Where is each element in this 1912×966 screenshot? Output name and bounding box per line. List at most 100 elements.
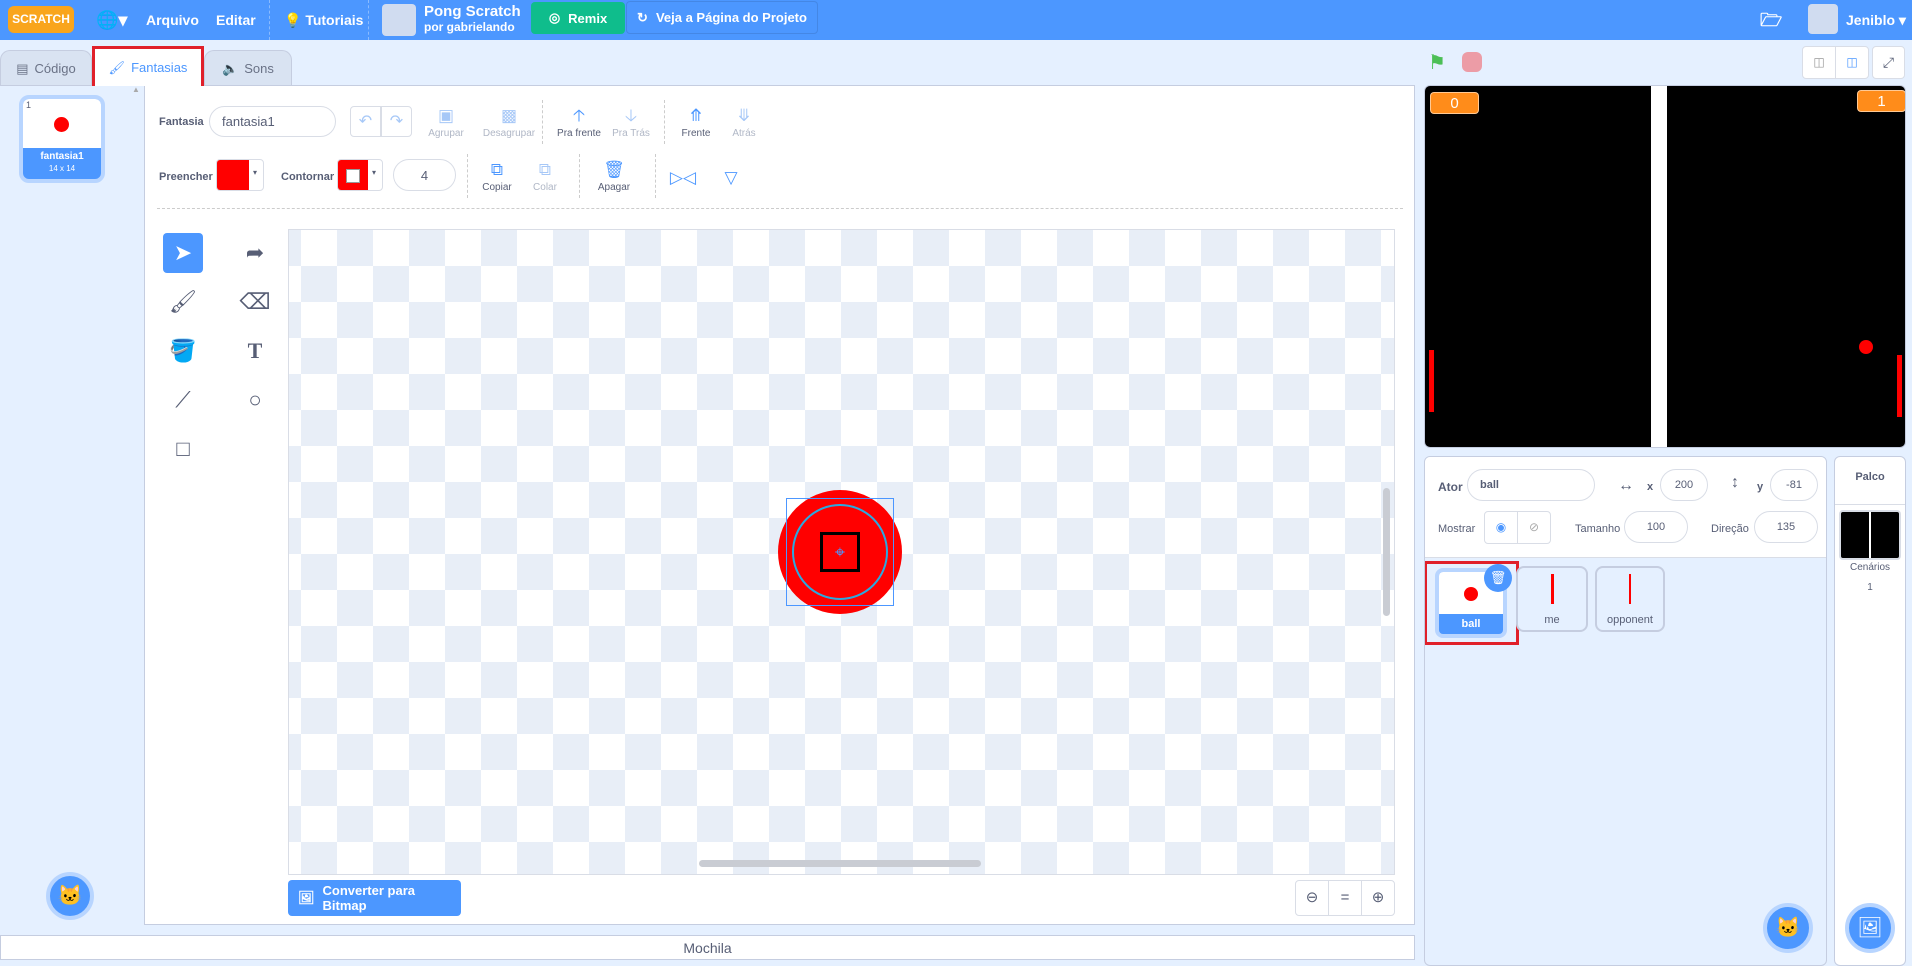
ball bbox=[1859, 340, 1873, 354]
edit-menu[interactable]: Editar bbox=[216, 0, 256, 40]
paste-icon: ⧉ bbox=[538, 160, 552, 179]
tab-sounds[interactable]: 🔈 Sons bbox=[204, 50, 292, 86]
choose-sprite-button[interactable]: 🐱 bbox=[1763, 903, 1813, 953]
divider bbox=[664, 100, 665, 144]
project-title[interactable]: Pong Scratch bbox=[424, 3, 521, 20]
eraser-tool[interactable]: ⌫ bbox=[235, 282, 275, 322]
direction-label: Direção bbox=[1711, 523, 1749, 535]
rotation-center-icon[interactable]: ⌖ bbox=[820, 532, 860, 572]
tab-costumes[interactable]: 🖌 Fantasias bbox=[92, 46, 204, 86]
fill-label: Preencher bbox=[159, 171, 213, 183]
select-tool[interactable]: ➤ bbox=[163, 233, 203, 273]
chevron-down-icon: ▾ bbox=[253, 168, 258, 177]
outline-label: Contornar bbox=[281, 171, 335, 183]
arrow-up-icon: 🡡 bbox=[572, 106, 586, 125]
zoom-out-button[interactable]: ⊖ bbox=[1296, 881, 1328, 915]
speaker-icon: 🔈 bbox=[222, 60, 239, 76]
normal-stage-button[interactable]: ◫ bbox=[1836, 47, 1868, 78]
fill-tool[interactable]: 🪣 bbox=[163, 331, 203, 371]
zoom-in-button[interactable]: ⊕ bbox=[1362, 881, 1394, 915]
line-tool[interactable]: ⟋ bbox=[163, 380, 203, 420]
text-tool[interactable]: T bbox=[235, 331, 275, 371]
choose-costume-button[interactable]: 🐱 bbox=[46, 872, 94, 920]
fullscreen-button[interactable]: ⤢ bbox=[1872, 46, 1905, 79]
scratch-logo[interactable]: SCRATCH bbox=[8, 6, 74, 33]
divider bbox=[579, 154, 580, 198]
refresh-icon: ↻ bbox=[637, 9, 648, 25]
delete-sprite-button[interactable]: 🗑 bbox=[1484, 564, 1512, 592]
costume-ball-preview bbox=[54, 117, 69, 132]
show-toggle: ◉ ⊘ bbox=[1484, 511, 1551, 544]
account-menu[interactable]: Jeniblo ▾ bbox=[1846, 0, 1906, 40]
delete-button[interactable]: 🗑 Apagar bbox=[584, 158, 644, 193]
costume-name-label: Fantasia bbox=[159, 116, 204, 128]
flip-vertical-icon: ▽ bbox=[724, 168, 738, 187]
fill-color-picker[interactable]: ▾ bbox=[216, 159, 264, 191]
tutorials-button[interactable]: 💡 Tutoriais bbox=[284, 0, 363, 40]
costume-item[interactable]: 1 fantasia1 14 x 14 bbox=[19, 95, 105, 183]
sprite-name-input[interactable]: ball bbox=[1467, 469, 1595, 501]
outline-width-input[interactable]: 4 bbox=[393, 159, 456, 191]
ungroup-button[interactable]: ▩ Desagrupar bbox=[479, 104, 539, 139]
sprite-name-label: Ator bbox=[1438, 480, 1463, 494]
ungroup-icon: ▩ bbox=[500, 106, 518, 125]
circle-tool[interactable]: ○ bbox=[235, 380, 275, 420]
costume-list: 1 fantasia1 14 x 14 🐱 bbox=[0, 85, 144, 925]
avatar[interactable] bbox=[1808, 4, 1838, 34]
lightbulb-icon: 💡 bbox=[284, 12, 302, 28]
divider bbox=[368, 0, 369, 40]
backpack[interactable]: Mochila bbox=[0, 935, 1415, 960]
back-button[interactable]: ⤋ Atrás bbox=[714, 104, 774, 139]
language-menu[interactable]: 🌐▾ bbox=[96, 0, 127, 40]
y-input[interactable]: -81 bbox=[1770, 469, 1818, 501]
size-input[interactable]: 100 bbox=[1624, 511, 1688, 543]
costume-thumbnail: 1 bbox=[23, 99, 101, 148]
small-stage-button[interactable]: ◫ bbox=[1803, 47, 1836, 78]
flip-vertical-button[interactable]: ▽ bbox=[701, 166, 761, 190]
fill-swatch bbox=[217, 160, 249, 190]
center-line bbox=[1651, 86, 1667, 447]
reshape-tool[interactable]: ➦ bbox=[235, 233, 275, 273]
show-visible-button[interactable]: ◉ bbox=[1485, 512, 1518, 543]
convert-to-bitmap-button[interactable]: 🖼 Converter para Bitmap bbox=[288, 880, 461, 916]
sprite-me[interactable]: me bbox=[1516, 566, 1588, 632]
choose-backdrop-button[interactable]: 🖼 bbox=[1845, 903, 1895, 953]
green-flag-icon[interactable]: ⚑ bbox=[1428, 50, 1446, 75]
zoom-reset-button[interactable]: = bbox=[1328, 881, 1362, 915]
paste-button[interactable]: ⧉ Colar bbox=[515, 158, 575, 193]
backdrop-thumbnail bbox=[1839, 510, 1901, 560]
show-hidden-button[interactable]: ⊘ bbox=[1518, 512, 1550, 543]
paddle-opponent bbox=[1897, 355, 1902, 417]
see-project-page-button[interactable]: ↻ Veja a Página do Projeto bbox=[626, 1, 818, 34]
stage[interactable]: 0 1 bbox=[1424, 85, 1906, 448]
folder-icon[interactable]: 🗁 bbox=[1760, 0, 1782, 40]
back-icon: ⤋ bbox=[736, 106, 752, 125]
undo-button[interactable]: ↶ bbox=[350, 106, 381, 137]
tab-code[interactable]: ▤ Código bbox=[0, 50, 92, 86]
sprite-opponent[interactable]: opponent bbox=[1595, 566, 1665, 632]
vertical-scrollbar[interactable] bbox=[1383, 488, 1390, 616]
stage-selector[interactable]: Palco Cenários 1 🖼 bbox=[1834, 456, 1906, 966]
rectangle-tool[interactable]: □ bbox=[163, 429, 203, 469]
outline-color-picker[interactable]: ▾ bbox=[337, 159, 383, 191]
remix-button[interactable]: ◎ Remix bbox=[531, 2, 625, 34]
costume-name-input[interactable]: fantasia1 bbox=[209, 106, 336, 137]
brush-icon: 🖌 bbox=[108, 59, 126, 75]
brush-tool[interactable]: 🖌 bbox=[163, 282, 203, 322]
file-menu[interactable]: Arquivo bbox=[146, 0, 199, 40]
x-input[interactable]: 200 bbox=[1660, 469, 1708, 501]
paint-canvas[interactable]: ⌖ bbox=[288, 229, 1395, 875]
stage-panel-title: Palco bbox=[1855, 471, 1885, 483]
stop-icon[interactable] bbox=[1462, 52, 1482, 72]
forward-button[interactable]: 🡡 Pra frente bbox=[549, 104, 609, 139]
redo-button[interactable]: ↷ bbox=[381, 106, 412, 137]
sprite-name: opponent bbox=[1607, 614, 1653, 626]
zoom-controls: ⊖ = ⊕ bbox=[1295, 880, 1395, 916]
costume-list-scrollbar[interactable]: ▲ bbox=[128, 85, 144, 925]
group-button[interactable]: ▣ Agrupar bbox=[416, 104, 476, 139]
score-left-monitor: 0 bbox=[1430, 92, 1479, 114]
horizontal-scrollbar[interactable] bbox=[699, 860, 981, 867]
direction-input[interactable]: 135 bbox=[1754, 511, 1818, 543]
score-right-monitor: 1 bbox=[1857, 90, 1905, 112]
backward-button[interactable]: 🡣 Pra Trás bbox=[601, 104, 661, 139]
